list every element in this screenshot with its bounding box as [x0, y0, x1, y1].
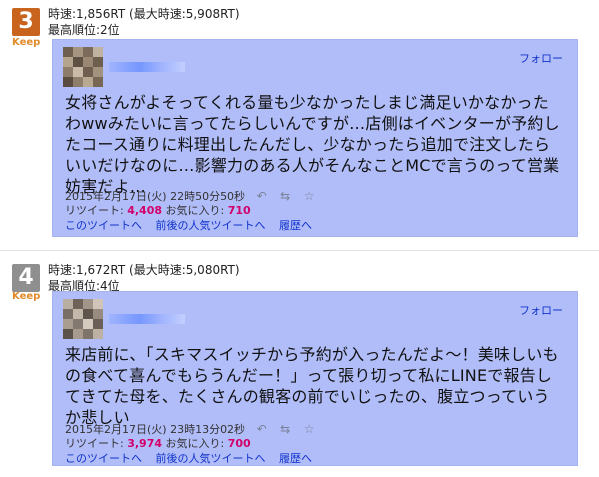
fav-count-label: お気に入り: [165, 204, 225, 217]
tweet-meta: 2015年2月17日(火) 23時13分02秒 ↶ ⇆ ☆ リツイート: 3,9… [65, 422, 324, 466]
link-history[interactable]: 履歴へ [279, 452, 312, 465]
tweet-card: フォロー 女将さんがよそってくれる量も少なかったしまじ満足いかなかったわwwみた… [52, 39, 578, 237]
fav-count: 710 [227, 204, 251, 217]
tweet-card: フォロー 来店前に、「スキマスイッチから予約が入ったんだよ～！美味しいもの食べて… [52, 291, 578, 466]
retweet-icon[interactable]: ⇆ [280, 422, 290, 436]
fav-count-label: お気に入り: [165, 437, 225, 450]
reply-icon[interactable]: ↶ [257, 189, 267, 203]
highest-rank: 最高順位:2位 [48, 23, 120, 37]
retweet-count-label: リツイート: [65, 437, 124, 450]
divider [0, 250, 599, 251]
retweet-count: 3,974 [127, 437, 163, 450]
rank-badge: 3 [12, 8, 40, 36]
fav-count: 700 [227, 437, 251, 450]
rt-speed: 時速:1,672RT (最大時速:5,080RT) [48, 263, 240, 277]
retweet-icon[interactable]: ⇆ [280, 189, 290, 203]
link-this-tweet[interactable]: このツイートへ [65, 452, 142, 465]
username-blurred[interactable] [109, 62, 185, 72]
retweet-count: 4,408 [127, 204, 163, 217]
username-blurred[interactable] [109, 314, 185, 324]
keep-label[interactable]: Keep [12, 37, 40, 48]
rt-speed: 時速:1,856RT (最大時速:5,908RT) [48, 7, 240, 21]
ranking-entry: 3 Keep 時速:1,856RT (最大時速:5,908RT) 最高順位:2位 [0, 0, 599, 246]
tweet-meta: 2015年2月17日(火) 22時50分50秒 ↶ ⇆ ☆ リツイート: 4,4… [65, 189, 324, 233]
star-icon[interactable]: ☆ [304, 422, 315, 436]
follow-button[interactable]: フォロー [519, 302, 563, 318]
star-icon[interactable]: ☆ [304, 189, 315, 203]
avatar[interactable] [63, 299, 103, 339]
follow-button[interactable]: フォロー [519, 50, 563, 66]
link-this-tweet[interactable]: このツイートへ [65, 219, 142, 232]
tweet-date: 2015年2月17日(火) 23時13分02秒 [65, 423, 246, 436]
rt-stats: 時速:1,672RT (最大時速:5,080RT) 最高順位:4位 [48, 262, 240, 294]
retweet-count-label: リツイート: [65, 204, 124, 217]
ranking-entry: 4 Keep 時速:1,672RT (最大時速:5,080RT) 最高順位:4位 [0, 256, 599, 477]
reply-icon[interactable]: ↶ [257, 422, 267, 436]
tweet-date: 2015年2月17日(火) 22時50分50秒 [65, 190, 246, 203]
tweet-text: 女将さんがよそってくれる量も少なかったしまじ満足いかなかったわwwみたいに言って… [65, 93, 560, 196]
link-history[interactable]: 履歴へ [279, 219, 312, 232]
tweet-text: 来店前に、「スキマスイッチから予約が入ったんだよ～！美味しいもの食べて喜んでもら… [65, 345, 559, 427]
avatar[interactable] [63, 47, 103, 87]
keep-label[interactable]: Keep [12, 291, 40, 302]
rank-badge: 4 [12, 264, 40, 292]
rt-stats: 時速:1,856RT (最大時速:5,908RT) 最高順位:2位 [48, 6, 240, 38]
link-nearby-popular[interactable]: 前後の人気ツイートへ [156, 452, 266, 465]
link-nearby-popular[interactable]: 前後の人気ツイートへ [156, 219, 266, 232]
